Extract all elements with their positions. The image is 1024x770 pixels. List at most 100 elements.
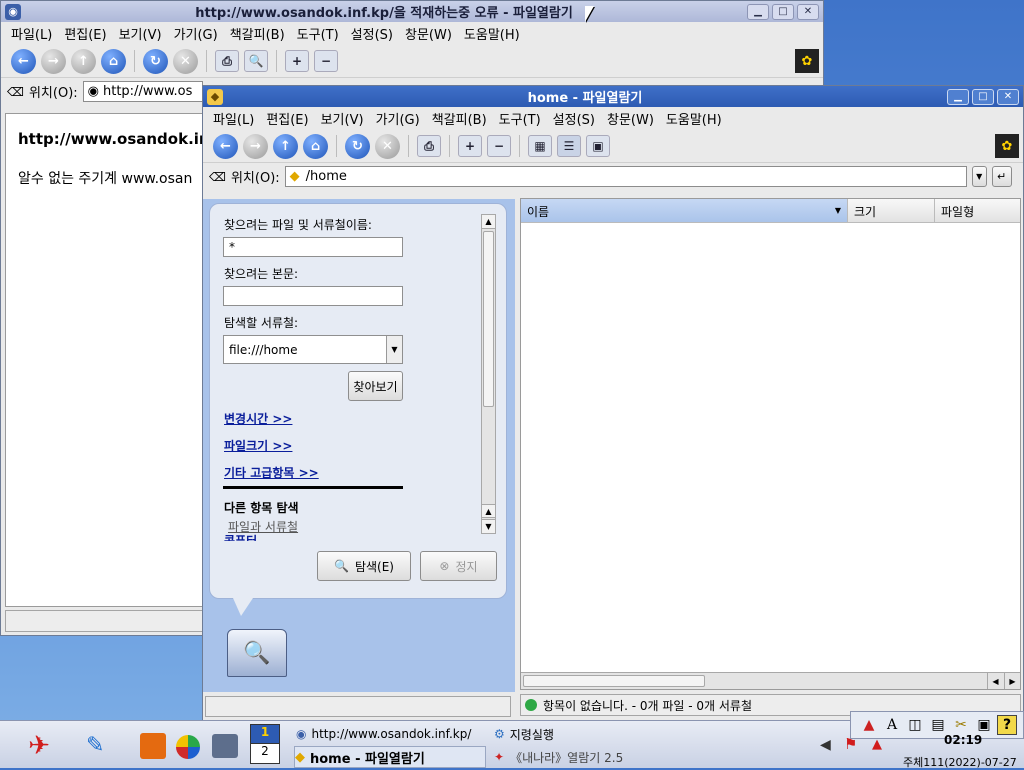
clear-location-icon[interactable]: ⌫	[209, 170, 226, 184]
task-run-command[interactable]: ⚙ 지령실행	[494, 724, 644, 744]
fm-titlebar[interactable]: ◆ home - 파일열람기 ▁ □ ✕	[203, 86, 1023, 107]
menu-window[interactable]: 창문(W)	[601, 109, 660, 128]
browse-button[interactable]: 찾아보기	[348, 371, 403, 401]
minimize-icon[interactable]: ▁	[947, 88, 969, 105]
menu-edit[interactable]: 편집(E)	[260, 109, 314, 128]
clear-location-icon[interactable]: ⌫	[7, 85, 24, 99]
reload-icon[interactable]: ↻	[143, 48, 168, 74]
menu-file[interactable]: 파일(L)	[5, 24, 58, 43]
preview-icon[interactable]: ▣	[586, 135, 610, 157]
zoom-out-icon[interactable]: −	[487, 135, 511, 157]
reload-icon[interactable]: ↻	[345, 133, 370, 159]
start-menu-icon[interactable]: ✈	[10, 731, 68, 761]
scroll-right-icon[interactable]: ▶	[1004, 673, 1020, 689]
forward-arrow-icon[interactable]: →	[41, 48, 66, 74]
menu-bookmarks[interactable]: 책갈피(B)	[224, 24, 291, 43]
task-file-manager[interactable]: ◆ home - 파일열람기	[294, 746, 486, 768]
task-naenara[interactable]: ✦ 《내나라》열람기 2.5	[494, 746, 694, 768]
fm-locbar: ⌫ 위치(O): ◆ /home ▼ ↵	[203, 163, 1023, 190]
task-browser[interactable]: ◉ http://www.osandok.inf.kp/	[296, 724, 488, 744]
help-icon[interactable]: ?	[997, 715, 1017, 735]
print-icon[interactable]: ⎙	[417, 135, 441, 157]
file-size-link[interactable]: 파일크기 >>	[224, 437, 292, 454]
back-arrow-icon[interactable]: ←	[11, 48, 36, 74]
menu-go[interactable]: 가기(G)	[168, 24, 224, 43]
search-scrollbar[interactable]: ▲ ▲ ▼	[481, 214, 496, 534]
editor-launcher-icon[interactable]: ✎	[86, 733, 104, 758]
menu-edit[interactable]: 편집(E)	[58, 24, 112, 43]
home-icon[interactable]: ⌂	[303, 133, 328, 159]
scroll-left-icon[interactable]: ◀	[987, 673, 1003, 689]
zoom-in-icon[interactable]: +	[458, 135, 482, 157]
volume-mute-icon[interactable]: ◀	[820, 737, 831, 753]
menu-settings[interactable]: 설정(S)	[345, 24, 399, 43]
books-launcher-icon[interactable]	[140, 733, 166, 759]
menu-view[interactable]: 보기(V)	[113, 24, 168, 43]
menu-settings[interactable]: 설정(S)	[547, 109, 601, 128]
scroll-up-icon[interactable]: ▲	[482, 215, 495, 229]
menu-tools[interactable]: 도구(T)	[493, 109, 547, 128]
menu-file[interactable]: 파일(L)	[207, 109, 260, 128]
location-dropdown-icon[interactable]: ▼	[971, 166, 987, 187]
clipboard-icon[interactable]: ▣	[974, 715, 994, 735]
forward-arrow-icon[interactable]: →	[243, 133, 268, 159]
print-icon[interactable]: ⎙	[215, 50, 239, 72]
up-arrow-icon[interactable]: ↑	[273, 133, 298, 159]
column-type[interactable]: 파일형	[935, 199, 1020, 222]
menu-bookmarks[interactable]: 책갈피(B)	[426, 109, 493, 128]
network-icon[interactable]: ▲	[872, 737, 882, 752]
up-arrow-icon[interactable]: ↑	[71, 48, 96, 74]
find-icon[interactable]: 🔍	[244, 50, 268, 72]
tools-icon[interactable]: ✂	[951, 715, 971, 735]
menu-help[interactable]: 도움말(H)	[458, 24, 526, 43]
desktop-1[interactable]: 1	[250, 724, 280, 744]
menu-go[interactable]: 가기(G)	[370, 109, 426, 128]
menu-view[interactable]: 보기(V)	[315, 109, 370, 128]
modified-time-link[interactable]: 변경시간 >>	[224, 410, 292, 427]
back-arrow-icon[interactable]: ←	[213, 133, 238, 159]
menu-tools[interactable]: 도구(T)	[291, 24, 345, 43]
zoom-in-icon[interactable]: +	[285, 50, 309, 72]
browser-location-input[interactable]: ◉ http://www.os	[82, 81, 203, 102]
maximize-icon[interactable]: □	[772, 3, 794, 20]
column-name[interactable]: 이름 ▼	[521, 199, 848, 222]
go-icon[interactable]: ↵	[991, 166, 1012, 187]
clock[interactable]: 02:19	[944, 733, 982, 747]
scroll-down-icon[interactable]: ▼	[482, 519, 495, 533]
close-icon[interactable]: ✕	[997, 88, 1019, 105]
browser-titlebar[interactable]: ◉ http://www.osandok.inf.kp/을 적재하는중 오류 -…	[1, 1, 823, 22]
other-item-computer[interactable]: 콤퓨터	[224, 532, 257, 541]
folder-select[interactable]: file:///home ▼	[223, 335, 403, 364]
document-icon[interactable]: ▤	[928, 715, 948, 735]
font-icon[interactable]: A	[882, 715, 902, 735]
chevron-down-icon[interactable]: ▼	[386, 336, 402, 363]
advanced-link[interactable]: 기타 고급항목 >>	[224, 464, 319, 481]
computer-launcher-icon[interactable]	[212, 734, 238, 758]
column-size[interactable]: 크기	[848, 199, 935, 222]
menu-window[interactable]: 창문(W)	[399, 24, 458, 43]
rocket-icon[interactable]: ▲	[859, 715, 879, 735]
globe-launcher-icon[interactable]	[176, 735, 200, 759]
stop-icon[interactable]: ✕	[375, 133, 400, 159]
content-input[interactable]	[223, 286, 403, 306]
search-button[interactable]: 🔍 탐색(E)	[317, 551, 411, 581]
columns-icon[interactable]: ◫	[905, 715, 925, 735]
stop-icon[interactable]: ✕	[173, 48, 198, 74]
minimize-icon[interactable]: ▁	[747, 3, 769, 20]
icon-view-icon[interactable]: ▦	[528, 135, 552, 157]
scroll-up-icon[interactable]: ▲	[482, 504, 495, 518]
scroll-thumb[interactable]	[483, 231, 494, 407]
desktop-2[interactable]: 2	[250, 744, 280, 764]
horizontal-scrollbar[interactable]: ◀ ▶	[521, 672, 1020, 689]
stop-button[interactable]: ⊗ 정지	[420, 551, 497, 581]
zoom-out-icon[interactable]: −	[314, 50, 338, 72]
detail-view-icon[interactable]: ☰	[557, 135, 581, 157]
fm-location-input[interactable]: ◆ /home	[284, 166, 967, 187]
menu-help[interactable]: 도움말(H)	[660, 109, 728, 128]
home-icon[interactable]: ⌂	[101, 48, 126, 74]
hscroll-thumb[interactable]	[523, 675, 705, 687]
close-icon[interactable]: ✕	[797, 3, 819, 20]
maximize-icon[interactable]: □	[972, 88, 994, 105]
name-input[interactable]: *	[223, 237, 403, 257]
flag-icon[interactable]: ⚑	[844, 735, 857, 753]
